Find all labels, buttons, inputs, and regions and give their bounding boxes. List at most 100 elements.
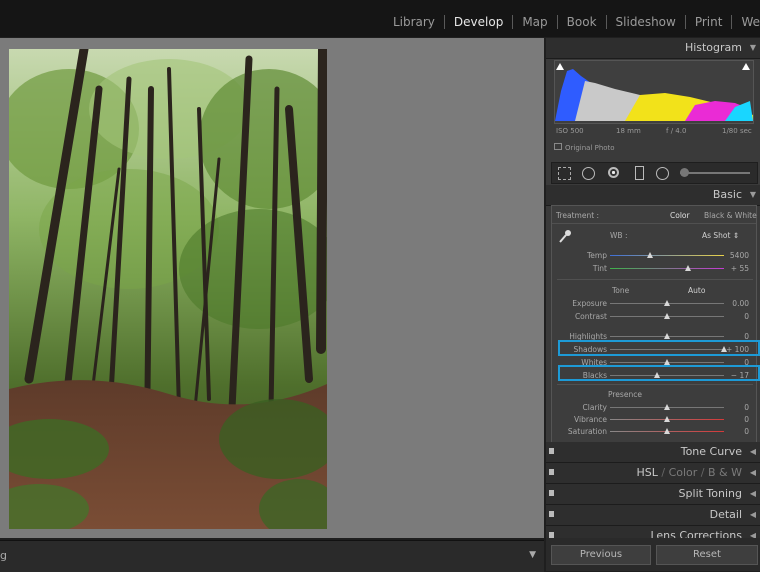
shadows-highlight-box [558,340,760,356]
clarity-knob[interactable] [664,404,670,410]
panel-switch-icon[interactable] [549,490,554,496]
wb-select[interactable]: As Shot ⇕ [702,231,739,240]
filmstrip-dropdown-icon[interactable]: ▼ [529,550,536,560]
shutter-readout: 1/80 sec [722,127,752,135]
module-print[interactable]: Print [686,15,733,29]
saturation-knob[interactable] [664,428,670,434]
iso-readout: ISO 500 [556,127,584,135]
detail-title: Detail [709,508,742,521]
divider [557,384,753,385]
crop-icon[interactable] [558,167,571,180]
tint-knob[interactable] [684,265,691,271]
filmstrip-label: g [0,549,7,562]
saturation-label: Saturation [567,427,607,436]
vibrance-slider[interactable] [610,416,724,422]
reset-button[interactable]: Reset [656,545,758,565]
divider [552,223,756,224]
clarity-value[interactable]: 0 [719,403,749,412]
tint-slider[interactable] [610,265,724,271]
basic-title: Basic [712,188,742,201]
temp-slider[interactable] [610,252,724,258]
clarity-slider[interactable] [610,404,724,410]
wb-label: WB : [610,231,628,240]
saturation-value[interactable]: 0 [719,427,749,436]
expand-triangle-icon[interactable]: ◀ [750,510,756,519]
collapse-triangle-icon[interactable]: ▼ [750,190,756,199]
contrast-label: Contrast [574,312,607,321]
original-photo-row[interactable]: Original Photo [554,143,615,152]
module-bar: Library Develop Map Book Slideshow Print… [0,0,760,37]
exposure-slider[interactable] [610,300,724,306]
panel-switch-icon[interactable] [549,469,554,475]
hsl-tabs: HSL / Color / B & W [636,466,742,479]
presence-label: Presence [608,390,642,399]
updown-icon: ⇕ [732,231,740,240]
expand-triangle-icon[interactable]: ◀ [750,468,756,477]
eyedropper-icon[interactable] [558,228,572,244]
histogram-graph [554,60,754,124]
exposure-value[interactable]: 0.00 [719,299,749,308]
filmstrip-toolbar: g ▼ [0,540,544,572]
panel-switch-icon[interactable] [549,511,554,517]
tone-label: Tone [612,286,630,295]
basic-panel: Treatment : Color Black & White WB : As … [551,205,757,444]
detail-header[interactable]: Detail ◀ [546,505,760,526]
radial-filter-icon[interactable] [656,167,669,180]
module-develop[interactable]: Develop [445,15,514,29]
color-tab[interactable]: Color [669,466,698,479]
split-toning-header[interactable]: Split Toning ◀ [546,484,760,505]
module-library[interactable]: Library [384,15,445,29]
panel-switch-icon[interactable] [549,448,554,454]
auto-button[interactable]: Auto [688,286,705,295]
brush-slider-icon[interactable] [680,172,750,174]
spot-removal-icon[interactable] [582,167,595,180]
blacks-highlight-box [558,365,760,381]
module-book[interactable]: Book [558,15,607,29]
expand-triangle-icon[interactable]: ◀ [750,447,756,456]
tint-label: Tint [592,264,607,273]
original-photo-label: Original Photo [565,144,615,152]
expand-triangle-icon[interactable]: ◀ [750,489,756,498]
tone-curve-title: Tone Curve [680,445,742,458]
hsl-tab[interactable]: HSL [636,466,657,479]
treatment-bw-button[interactable]: Black & White [704,211,757,220]
graduated-filter-icon[interactable] [635,166,644,180]
exposure-label: Exposure [572,299,607,308]
basic-header[interactable]: Basic ▼ [546,185,760,206]
whites-slider[interactable] [610,359,724,365]
tone-curve-header[interactable]: Tone Curve ◀ [546,442,760,463]
histogram-header[interactable]: Histogram ▼ [546,38,760,59]
checkbox-icon[interactable] [554,143,562,150]
highlights-slider[interactable] [610,333,724,339]
module-web[interactable]: We [732,15,760,29]
forest-photo [9,49,327,529]
temp-value[interactable]: 5400 [719,251,749,260]
previous-button[interactable]: Previous [551,545,651,565]
divider [557,279,753,280]
collapse-triangle-icon[interactable]: ▼ [750,43,756,52]
contrast-knob[interactable] [664,313,670,319]
highlights-knob[interactable] [664,333,670,339]
bw-tab[interactable]: B & W [708,466,742,479]
vibrance-knob[interactable] [664,416,670,422]
vibrance-value[interactable]: 0 [719,415,749,424]
temp-knob[interactable] [646,252,653,258]
clarity-label: Clarity [582,403,607,412]
module-map[interactable]: Map [513,15,558,29]
red-eye-icon[interactable] [608,167,619,178]
temp-label: Temp [587,251,607,260]
right-panel: Histogram ▼ ISO 500 18 mm f / 4.0 1/80 s… [546,38,760,571]
contrast-value[interactable]: 0 [719,312,749,321]
treatment-label: Treatment : [556,211,600,220]
brush-slider-knob-icon[interactable] [680,168,689,177]
vibrance-label: Vibrance [574,415,607,424]
contrast-slider[interactable] [610,313,724,319]
tool-strip [551,162,758,184]
tint-value[interactable]: + 55 [719,264,749,273]
hsl-header[interactable]: HSL / Color / B & W ◀ [546,463,760,484]
saturation-slider[interactable] [610,428,724,434]
focal-readout: 18 mm [616,127,641,135]
treatment-color-button[interactable]: Color [670,211,690,220]
module-slideshow[interactable]: Slideshow [607,15,686,29]
exposure-knob[interactable] [664,300,670,306]
